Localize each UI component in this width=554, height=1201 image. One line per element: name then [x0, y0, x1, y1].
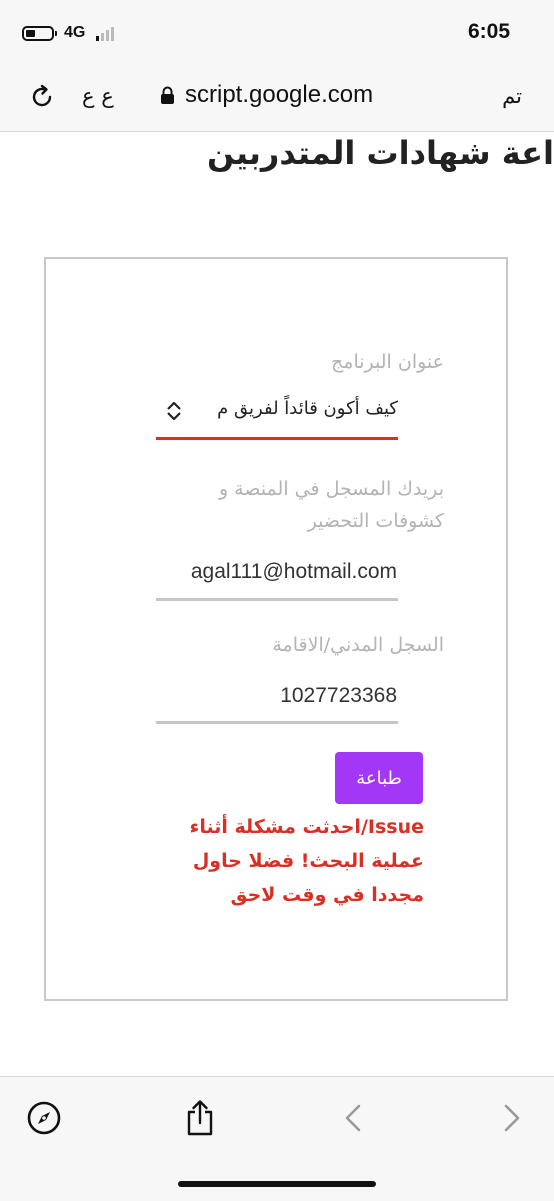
select-arrows-icon	[167, 401, 181, 421]
clock: 6:05	[467, 20, 510, 43]
done-button[interactable]: تم	[502, 84, 522, 108]
civil-id-input[interactable]: 1027723368	[280, 684, 397, 708]
network-type: 4G	[64, 24, 86, 41]
signal-icon	[96, 27, 114, 41]
battery-icon	[22, 26, 57, 41]
url-text: script.google.com	[185, 81, 374, 108]
lock-icon	[161, 86, 174, 104]
reload-icon[interactable]	[30, 84, 56, 110]
home-indicator[interactable]	[178, 1181, 376, 1187]
page-title: اعة شهادات المتدربين	[207, 134, 554, 172]
civil-id-underline	[156, 721, 398, 724]
url-field[interactable]: script.google.com	[160, 80, 373, 110]
back-icon[interactable]	[343, 1103, 363, 1133]
compass-icon[interactable]	[26, 1100, 62, 1136]
program-select[interactable]: كيف أكون قائداً لفريق م	[156, 394, 398, 432]
status-bar: 4G 6:05	[0, 0, 554, 68]
program-underline	[156, 437, 398, 440]
program-selected-value: كيف أكون قائداً لفريق م	[217, 398, 398, 419]
address-bar: ع ع script.google.com تم	[0, 68, 554, 132]
civil-id-label: السجل المدني/الاقامة	[272, 634, 444, 656]
program-label: عنوان البرنامج	[331, 351, 444, 373]
error-message: Issue/احدثت مشكلة أثناء عملية البحث! فضل…	[189, 816, 424, 906]
share-icon[interactable]	[184, 1099, 216, 1137]
email-underline	[156, 598, 398, 601]
forward-icon[interactable]	[502, 1103, 522, 1133]
text-size-button[interactable]: ع ع	[82, 84, 114, 108]
print-button[interactable]: طباعة	[335, 752, 423, 804]
email-input[interactable]: agal111@hotmail.com	[191, 560, 397, 584]
email-label: بريدك المسجل في المنصة و كشوفات التحضير	[218, 478, 444, 532]
